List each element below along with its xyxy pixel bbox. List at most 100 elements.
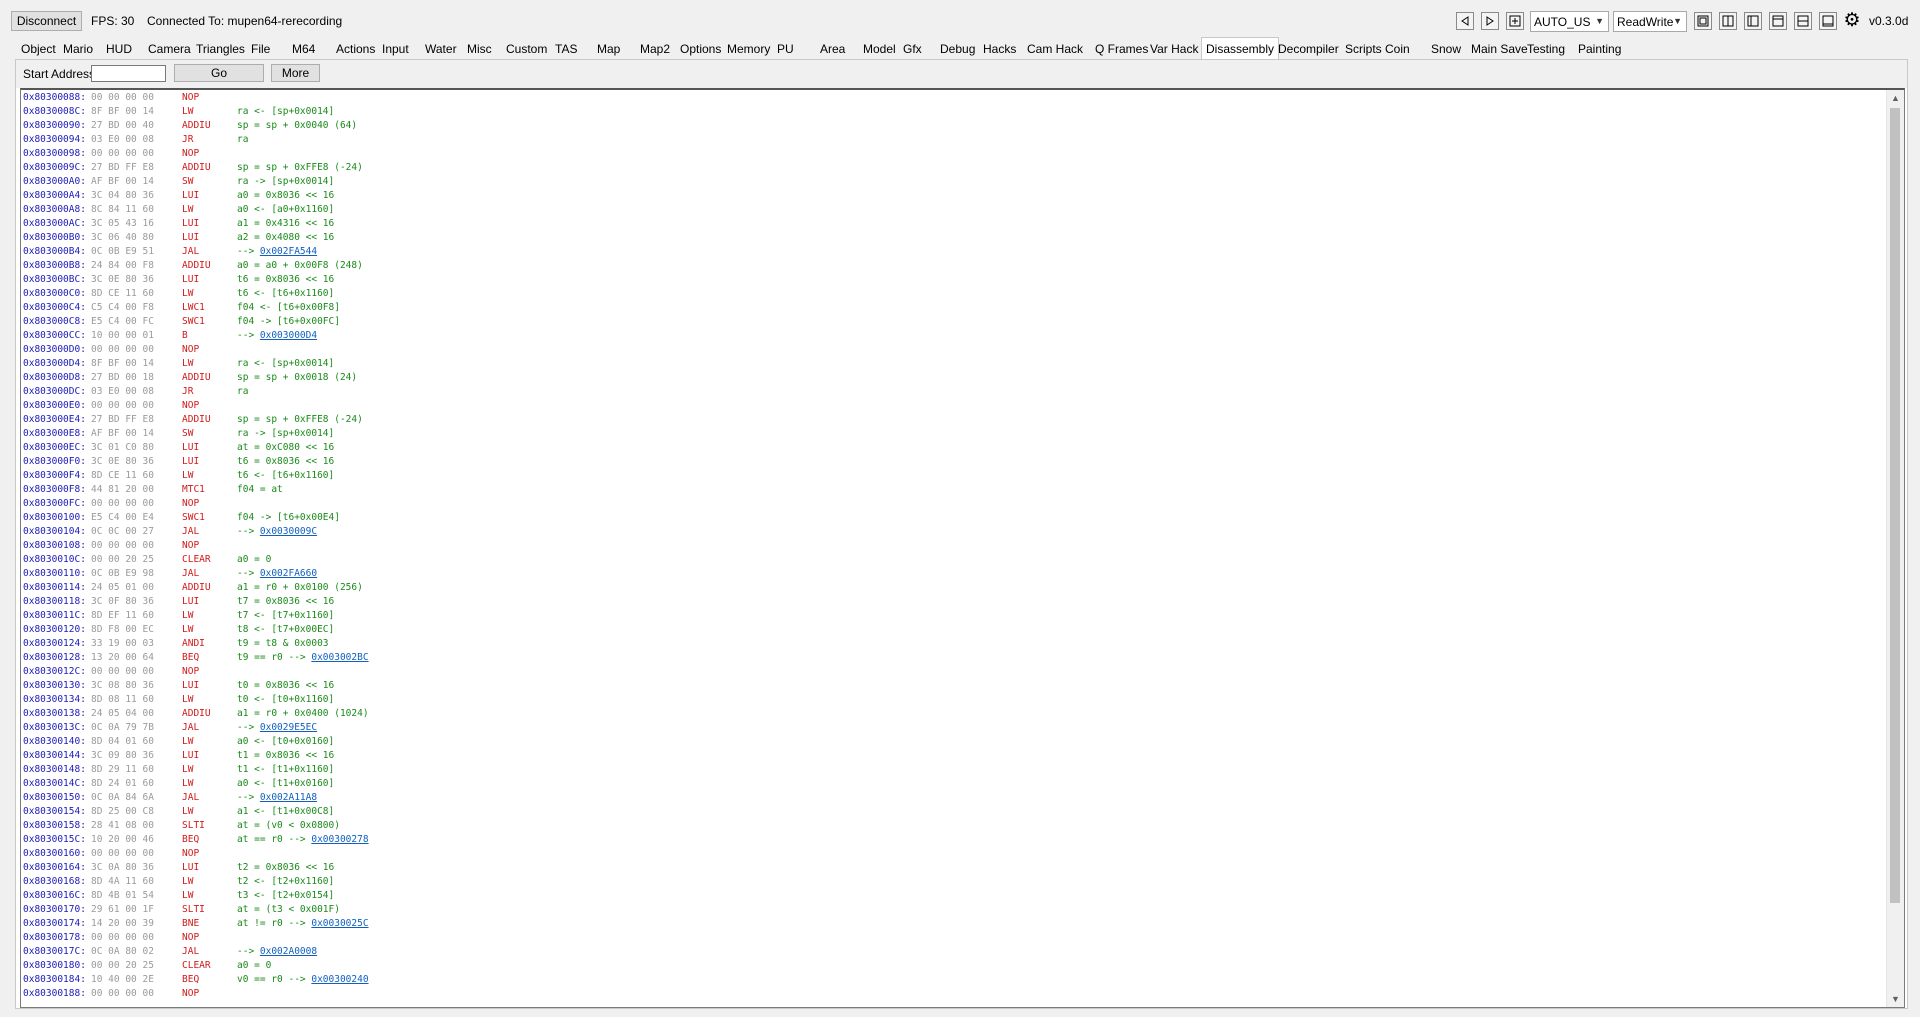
tab-snow[interactable]: Snow: [1431, 40, 1461, 59]
tab-input[interactable]: Input: [382, 40, 409, 59]
tab-triangles[interactable]: Triangles: [196, 40, 245, 59]
disassembly-row[interactable]: 0x80300188: 00 00 00 00 NOP: [21, 987, 1871, 1001]
disassembly-row[interactable]: 0x80300128: 13 20 00 64 BEQ t9 == r0 --> 0x…: [21, 651, 1871, 665]
tab-painting[interactable]: Painting: [1578, 40, 1621, 59]
start-address-input[interactable]: [91, 65, 166, 82]
disassembly-row[interactable]: 0x8030014C: 8D 24 01 60 LW a0 <- [t1+0x0160…: [21, 777, 1871, 791]
disassembly-row[interactable]: 0x803000C0: 8D CE 11 60 LW t6 <- [t6+0x1160…: [21, 287, 1871, 301]
branch-target-link[interactable]: 0x0030009C: [260, 526, 317, 537]
tab-q-frames[interactable]: Q Frames: [1095, 40, 1148, 59]
tab-misc[interactable]: Misc: [467, 40, 492, 59]
disassembly-row[interactable]: 0x80300180: 00 00 20 25 CLEAR a0 = 0: [21, 959, 1871, 973]
tab-water[interactable]: Water: [425, 40, 457, 59]
branch-target-link[interactable]: 0x003000D4: [260, 330, 317, 341]
tab-testing[interactable]: Testing: [1527, 40, 1565, 59]
disassembly-row[interactable]: 0x80300108: 00 00 00 00 NOP: [21, 539, 1871, 553]
tab-cam-hack[interactable]: Cam Hack: [1027, 40, 1083, 59]
disassembly-row[interactable]: 0x8030015C: 10 20 00 46 BEQ at == r0 --> 0x…: [21, 833, 1871, 847]
disassembly-row[interactable]: 0x80300110: 0C 0B E9 98 JAL --> 0x002FA660: [21, 567, 1871, 581]
tab-memory[interactable]: Memory: [727, 40, 770, 59]
tab-actions[interactable]: Actions: [336, 40, 375, 59]
branch-target-link[interactable]: 0x0029E5EC: [260, 722, 317, 733]
scroll-up-icon[interactable]: ▲: [1887, 90, 1904, 106]
disassembly-row[interactable]: 0x80300168: 8D 4A 11 60 LW t2 <- [t2+0x1160…: [21, 875, 1871, 889]
disassembly-row[interactable]: 0x80300120: 8D F8 00 EC LW t8 <- [t7+0x00EC…: [21, 623, 1871, 637]
disassembly-row[interactable]: 0x803000B4: 0C 0B E9 51 JAL --> 0x002FA544: [21, 245, 1871, 259]
access-mode-select[interactable]: ReadWrite ▼: [1613, 11, 1687, 32]
disassembly-row[interactable]: 0x803000E8: AF BF 00 14 SW ra -> [sp+0x0014…: [21, 427, 1871, 441]
tab-decompiler[interactable]: Decompiler: [1278, 40, 1339, 59]
disconnect-button[interactable]: Disconnect: [11, 11, 82, 31]
scroll-thumb[interactable]: [1890, 108, 1900, 903]
disassembly-row[interactable]: 0x803000F4: 8D CE 11 60 LW t6 <- [t6+0x1160…: [21, 469, 1871, 483]
branch-target-link[interactable]: 0x00300240: [311, 974, 368, 985]
disassembly-row[interactable]: 0x80300174: 14 20 00 39 BNE at != r0 --> 0x…: [21, 917, 1871, 931]
disassembly-row[interactable]: 0x8030011C: 8D EF 11 60 LW t7 <- [t7+0x1160…: [21, 609, 1871, 623]
disassembly-row[interactable]: 0x8030016C: 8D 4B 01 54 LW t3 <- [t2+0x0154…: [21, 889, 1871, 903]
disassembly-row[interactable]: 0x80300124: 33 19 00 03 ANDI t9 = t8 & 0x00…: [21, 637, 1871, 651]
disassembly-row[interactable]: 0x80300144: 3C 09 80 36 LUI t1 = 0x8036 << …: [21, 749, 1871, 763]
window-icon[interactable]: [1819, 12, 1837, 30]
disassembly-row[interactable]: 0x803000D8: 27 BD 00 18 ADDIU sp = sp + 0x0…: [21, 371, 1871, 385]
tab-custom[interactable]: Custom: [506, 40, 547, 59]
disassembly-row[interactable]: 0x803000A8: 8C 84 11 60 LW a0 <- [a0+0x1160…: [21, 203, 1871, 217]
disassembly-row[interactable]: 0x80300154: 8D 25 00 C8 LW a1 <- [t1+0x00C8…: [21, 805, 1871, 819]
branch-target-link[interactable]: 0x002A0008: [260, 946, 317, 957]
disassembly-row[interactable]: 0x80300130: 3C 08 80 36 LUI t0 = 0x8036 << …: [21, 679, 1871, 693]
disassembly-row[interactable]: 0x803000A4: 3C 04 80 36 LUI a0 = 0x8036 << …: [21, 189, 1871, 203]
disassembly-row[interactable]: 0x803000CC: 10 00 00 01 B --> 0x003000D4: [21, 329, 1871, 343]
disassembly-row[interactable]: 0x803000E4: 27 BD FF E8 ADDIU sp = sp + 0xF…: [21, 413, 1871, 427]
disassembly-row[interactable]: 0x80300148: 8D 29 11 60 LW t1 <- [t1+0x1160…: [21, 763, 1871, 777]
disassembly-row[interactable]: 0x80300098: 00 00 00 00 NOP: [21, 147, 1871, 161]
top-pane-icon[interactable]: [1769, 12, 1787, 30]
branch-target-link[interactable]: 0x003002BC: [311, 652, 368, 663]
disassembly-row[interactable]: 0x803000BC: 3C 0E 80 36 LUI t6 = 0x8036 << …: [21, 273, 1871, 287]
region-select[interactable]: AUTO_US ▼: [1530, 11, 1609, 32]
disassembly-row[interactable]: 0x803000FC: 00 00 00 00 NOP: [21, 497, 1871, 511]
disassembly-row[interactable]: 0x803000E0: 00 00 00 00 NOP: [21, 399, 1871, 413]
triangle-right-icon[interactable]: [1481, 12, 1499, 30]
disassembly-row[interactable]: 0x80300100: E5 C4 00 E4 SWC1 f04 -> [t6+0x0…: [21, 511, 1871, 525]
disassembly-row[interactable]: 0x803000A0: AF BF 00 14 SW ra -> [sp+0x0014…: [21, 175, 1871, 189]
vertical-scrollbar[interactable]: ▲ ▼: [1886, 90, 1904, 1007]
triangle-left-icon[interactable]: [1456, 12, 1474, 30]
tab-hacks[interactable]: Hacks: [983, 40, 1016, 59]
branch-target-link[interactable]: 0x002FA660: [260, 568, 317, 579]
disassembly-row[interactable]: 0x80300150: 0C 0A 84 6A JAL --> 0x002A11A8: [21, 791, 1871, 805]
disassembly-row[interactable]: 0x803000D4: 8F BF 00 14 LW ra <- [sp+0x0014…: [21, 357, 1871, 371]
tab-area[interactable]: Area: [820, 40, 845, 59]
tab-options[interactable]: Options: [680, 40, 721, 59]
disassembly-row[interactable]: 0x8030017C: 0C 0A 80 02 JAL --> 0x002A0008: [21, 945, 1871, 959]
disassembly-row[interactable]: 0x803000D0: 00 00 00 00 NOP: [21, 343, 1871, 357]
tab-m64[interactable]: M64: [292, 40, 315, 59]
tab-var-hack[interactable]: Var Hack: [1150, 40, 1198, 59]
disassembly-row[interactable]: 0x8030010C: 00 00 20 25 CLEAR a0 = 0: [21, 553, 1871, 567]
disassembly-row[interactable]: 0x80300160: 00 00 00 00 NOP: [21, 847, 1871, 861]
disassembly-row[interactable]: 0x80300170: 29 61 00 1F SLTI at = (t3 < 0x0…: [21, 903, 1871, 917]
tab-object[interactable]: Object: [21, 40, 56, 59]
disassembly-row[interactable]: 0x80300184: 10 40 00 2E BEQ v0 == r0 --> 0x…: [21, 973, 1871, 987]
branch-target-link[interactable]: 0x002FA544: [260, 246, 317, 257]
tab-file[interactable]: File: [251, 40, 270, 59]
split-vertical-icon[interactable]: [1719, 12, 1737, 30]
branch-target-link[interactable]: 0x00300278: [311, 834, 368, 845]
scroll-down-icon[interactable]: ▼: [1887, 991, 1904, 1007]
branch-target-link[interactable]: 0x002A11A8: [260, 792, 317, 803]
disassembly-row[interactable]: 0x80300090: 27 BD 00 40 ADDIU sp = sp + 0x0…: [21, 119, 1871, 133]
branch-target-link[interactable]: 0x0030025C: [311, 918, 368, 929]
disassembly-row[interactable]: 0x80300164: 3C 0A 80 36 LUI t2 = 0x8036 << …: [21, 861, 1871, 875]
tab-scripts[interactable]: Scripts: [1345, 40, 1382, 59]
disassembly-row[interactable]: 0x803000F0: 3C 0E 80 36 LUI t6 = 0x8036 << …: [21, 455, 1871, 469]
tab-mario[interactable]: Mario: [63, 40, 93, 59]
go-button[interactable]: Go: [174, 64, 264, 82]
disassembly-row[interactable]: 0x803000EC: 3C 01 C0 80 LUI at = 0xC080 << …: [21, 441, 1871, 455]
tab-model[interactable]: Model: [863, 40, 896, 59]
disassembly-row[interactable]: 0x8030013C: 0C 0A 79 7B JAL --> 0x0029E5EC: [21, 721, 1871, 735]
tab-debug[interactable]: Debug: [940, 40, 975, 59]
disassembly-row[interactable]: 0x8030009C: 27 BD FF E8 ADDIU sp = sp + 0xF…: [21, 161, 1871, 175]
plus-box-icon[interactable]: [1506, 12, 1524, 30]
more-button[interactable]: More: [271, 64, 320, 82]
left-pane-icon[interactable]: [1744, 12, 1762, 30]
tab-tas[interactable]: TAS: [555, 40, 577, 59]
disassembly-row[interactable]: 0x803000B8: 24 84 00 F8 ADDIU a0 = a0 + 0x0…: [21, 259, 1871, 273]
